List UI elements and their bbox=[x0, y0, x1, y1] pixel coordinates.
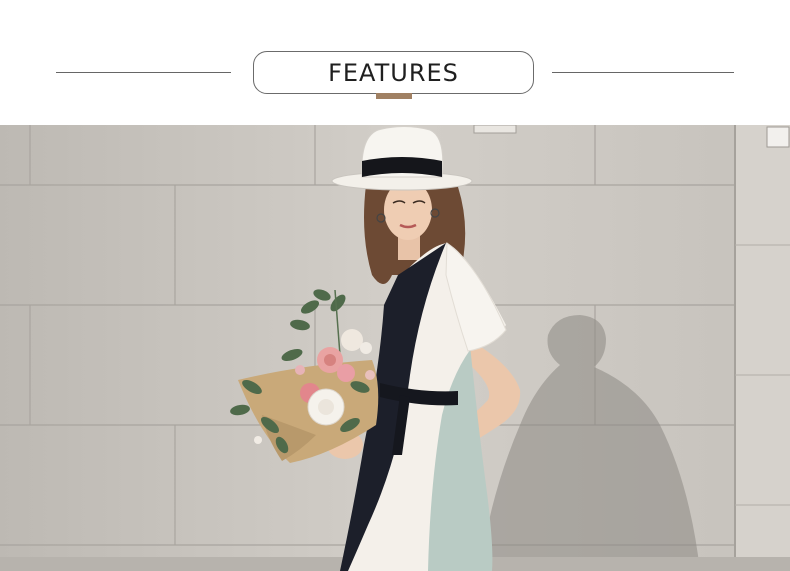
right-divider-line bbox=[552, 72, 734, 73]
features-header: FEATURES bbox=[0, 0, 790, 125]
product-photo bbox=[0, 125, 790, 571]
title-accent-bar bbox=[376, 93, 412, 99]
features-title: FEATURES bbox=[328, 58, 459, 87]
features-title-badge: FEATURES bbox=[253, 51, 534, 94]
photo-illustration bbox=[0, 125, 790, 571]
left-divider-line bbox=[56, 72, 231, 73]
